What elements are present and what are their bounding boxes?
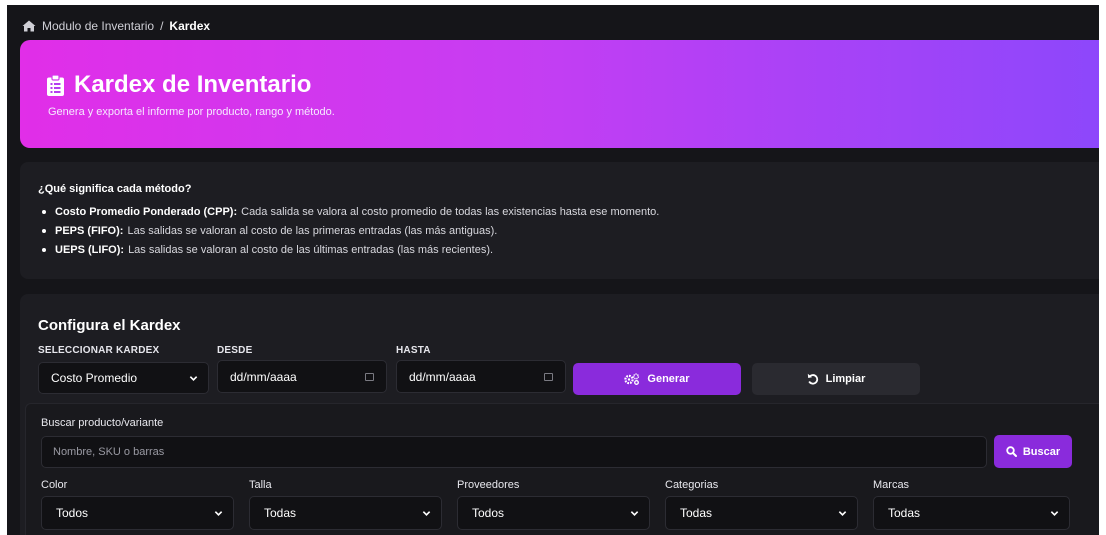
chevron-down-icon [189, 376, 198, 381]
filter-size-value: Todas [264, 506, 297, 520]
filter-color-label: Color [41, 479, 68, 491]
to-date-input[interactable]: dd/mm/aaaa [396, 360, 566, 393]
config-title: Configura el Kardex [38, 317, 181, 334]
method-description: Cada salida se valora al costo promedio … [241, 206, 660, 218]
filter-size-label: Talla [249, 479, 272, 491]
list-item: UEPS (LIFO): Las salidas se valoran al co… [40, 244, 659, 263]
filter-brand-select[interactable]: Todas [873, 496, 1070, 530]
page-title: Kardex de Inventario [47, 71, 311, 99]
chevron-down-icon [838, 511, 847, 516]
clear-button[interactable]: Limpiar [752, 363, 920, 395]
method-term: UEPS (LIFO): [55, 244, 125, 256]
search-label: Buscar producto/variante [41, 417, 164, 429]
breadcrumb-module-link[interactable]: Modulo de Inventario [42, 19, 154, 33]
method-description: Las salidas se valoran al costo de las ú… [128, 244, 494, 256]
from-date-label: DESDE [217, 345, 253, 356]
calendar-icon[interactable] [544, 373, 553, 381]
breadcrumb: Modulo de Inventario / Kardex [22, 18, 210, 34]
filter-color-select[interactable]: Todos [41, 496, 234, 530]
chevron-down-icon [1050, 511, 1059, 516]
config-panel: Configura el Kardex SELECCIONAR KARDEX C… [20, 294, 1099, 535]
bullet-icon [42, 229, 46, 233]
home-icon[interactable] [22, 20, 36, 32]
filter-supplier-value: Todos [472, 506, 505, 520]
filter-brand-value: Todas [888, 506, 921, 520]
method-description: Las salidas se valoran al costo de las p… [127, 225, 498, 237]
page-title-text: Kardex de Inventario [74, 71, 312, 98]
to-date-label: HASTA [396, 345, 431, 356]
search-input[interactable]: Nombre, SKU o barras [41, 436, 987, 468]
clear-button-label: Limpiar [825, 373, 866, 385]
search-placeholder: Nombre, SKU o barras [53, 446, 165, 458]
generate-button[interactable]: Generar [573, 363, 741, 395]
clipboard-list-icon [47, 74, 64, 96]
page-subtitle: Genera y exporta el informe por producto… [48, 106, 335, 118]
gears-icon [624, 373, 640, 385]
filter-supplier-select[interactable]: Todos [457, 496, 650, 530]
list-item: Costo Promedio Ponderado (CPP): Cada sali… [40, 206, 659, 225]
method-info-title: ¿Qué significa cada método? [38, 183, 192, 195]
undo-icon [807, 373, 818, 385]
filter-brand-label: Marcas [873, 479, 910, 491]
method-info-list: Costo Promedio Ponderado (CPP): Cada sali… [40, 206, 659, 263]
filter-category-value: Todas [680, 506, 713, 520]
chevron-down-icon [422, 511, 431, 516]
kardex-method-value: Costo Promedio [51, 371, 138, 385]
to-date-value: dd/mm/aaaa [409, 369, 476, 384]
kardex-select-label: SELECCIONAR KARDEX [38, 345, 160, 356]
generate-button-label: Generar [647, 373, 690, 385]
from-date-value: dd/mm/aaaa [230, 369, 297, 384]
calendar-icon[interactable] [365, 373, 374, 381]
breadcrumb-current: Kardex [169, 19, 211, 33]
search-icon [1006, 446, 1017, 457]
chevron-down-icon [630, 511, 639, 516]
app-window: Modulo de Inventario / Kardex Kardex de … [7, 5, 1099, 535]
search-button-label: Buscar [1022, 445, 1061, 458]
search-button[interactable]: Buscar [994, 435, 1072, 468]
product-search-panel: Buscar producto/variante Nombre, SKU o b… [25, 403, 1099, 535]
bullet-icon [42, 210, 46, 214]
filter-color-value: Todos [56, 506, 89, 520]
filter-category-label: Categorias [665, 479, 719, 491]
kardex-method-select[interactable]: Costo Promedio [38, 362, 209, 394]
method-info-panel: ¿Qué significa cada método? Costo Promed… [20, 162, 1099, 279]
filter-supplier-label: Proveedores [457, 479, 520, 491]
method-term: PEPS (FIFO): [55, 225, 124, 237]
chevron-down-icon [214, 511, 223, 516]
bullet-icon [42, 248, 46, 252]
filter-category-select[interactable]: Todas [665, 496, 858, 530]
hero-banner: Kardex de Inventario Genera y exporta el… [20, 40, 1099, 148]
from-date-input[interactable]: dd/mm/aaaa [217, 360, 387, 393]
method-term: Costo Promedio Ponderado (CPP): [55, 206, 238, 218]
filter-size-select[interactable]: Todas [249, 496, 442, 530]
list-item: PEPS (FIFO): Las salidas se valoran al co… [40, 225, 659, 244]
breadcrumb-separator: / [160, 19, 164, 33]
